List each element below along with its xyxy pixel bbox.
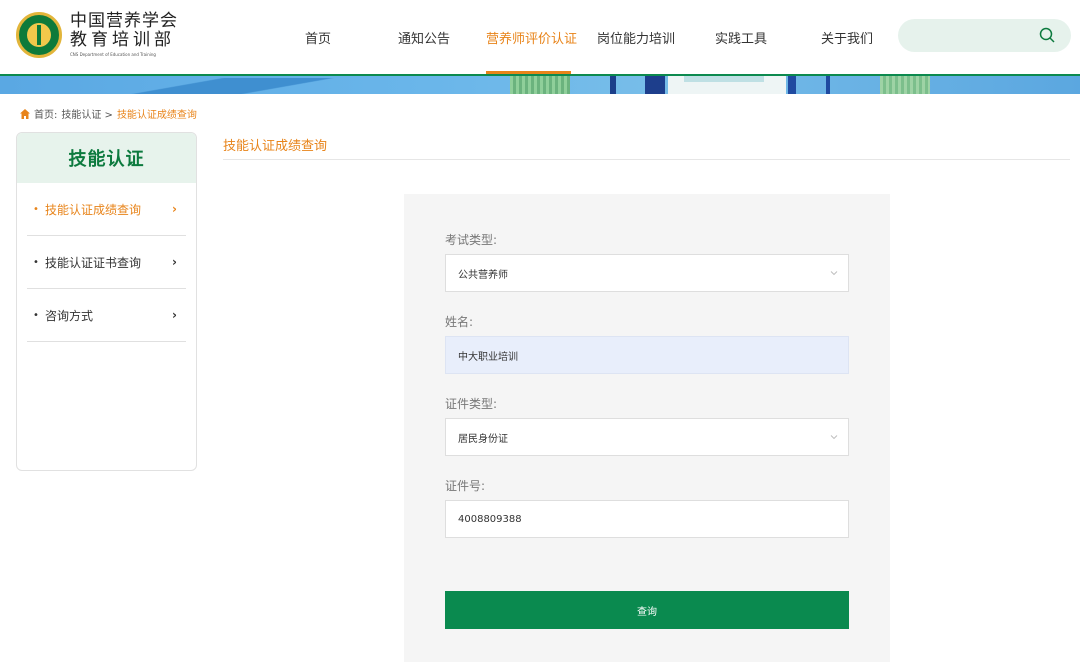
breadcrumb-home[interactable]: 首页: [34,106,57,121]
exam-type-value: 公共营养师 [458,269,508,281]
title-divider [223,159,1070,160]
nav-tools[interactable]: 实践工具 [715,28,767,47]
chevron-down-icon [830,435,838,440]
logo-emblem-icon [16,12,62,58]
sidebar-item-certificate-query[interactable]: • 技能认证证书查询 › [27,236,186,289]
name-value: 中大职业培训 [458,351,518,363]
site-header: 中国营养学会 教育培训部 CNS Department of Education… [0,0,1080,75]
exam-type-label: 考试类型: [445,233,498,247]
sidebar-item-label: 技能认证成绩查询 [45,202,142,217]
nav-notices[interactable]: 通知公告 [398,28,450,47]
id-type-value: 居民身份证 [458,433,508,445]
breadcrumb-current: 技能认证成绩查询 [116,110,197,121]
chevron-right-icon: › [172,255,177,269]
site-logo[interactable]: 中国营养学会 教育培训部 CNS Department of Education… [16,12,196,62]
id-number-value: 4008809388 [458,513,522,525]
nav-home[interactable]: 首页 [305,28,331,47]
search-icon[interactable] [1039,27,1055,43]
sidebar-item-label: 技能认证证书查询 [45,255,142,270]
home-icon [20,108,30,119]
chevron-down-icon [830,271,838,276]
logo-title-line2: 教育培训部 [70,30,175,50]
logo-subtitle: CNS Department of Education and Training [70,52,156,57]
id-number-label: 证件号: [445,479,486,493]
page-title: 技能认证成绩查询 [223,139,328,154]
logo-title: 中国营养学会 [70,11,178,31]
name-label: 姓名: [445,315,474,329]
breadcrumb-level1[interactable]: 技能认证 > [61,106,113,121]
id-type-label: 证件类型: [445,397,498,411]
id-type-select[interactable]: 居民身份证 [445,418,849,456]
exam-type-select[interactable]: 公共营养师 [445,254,849,292]
sidebar-item-contact[interactable]: • 咨询方式 › [27,289,186,342]
chevron-right-icon: › [172,202,177,216]
sidebar-title: 技能认证 [17,133,196,183]
sidebar-item-score-query[interactable]: • 技能认证成绩查询 › [27,183,186,236]
breadcrumb: 首页: 技能认证 > 技能认证成绩查询 [19,106,197,121]
chevron-right-icon: › [172,308,177,322]
sidebar-item-label: 咨询方式 [45,308,94,323]
nav-training[interactable]: 岗位能力培训 [597,28,675,47]
query-button[interactable]: 查询 [445,591,849,629]
nav-certification[interactable]: 营养师评价认证 [486,28,577,47]
sidebar: 技能认证 • 技能认证成绩查询 › • 技能认证证书查询 › • 咨询方式 › [16,132,197,471]
name-input[interactable]: 中大职业培训 [445,336,849,374]
id-number-input[interactable]: 4008809388 [445,500,849,538]
nav-about[interactable]: 关于我们 [821,28,873,47]
header-banner [0,74,1080,94]
